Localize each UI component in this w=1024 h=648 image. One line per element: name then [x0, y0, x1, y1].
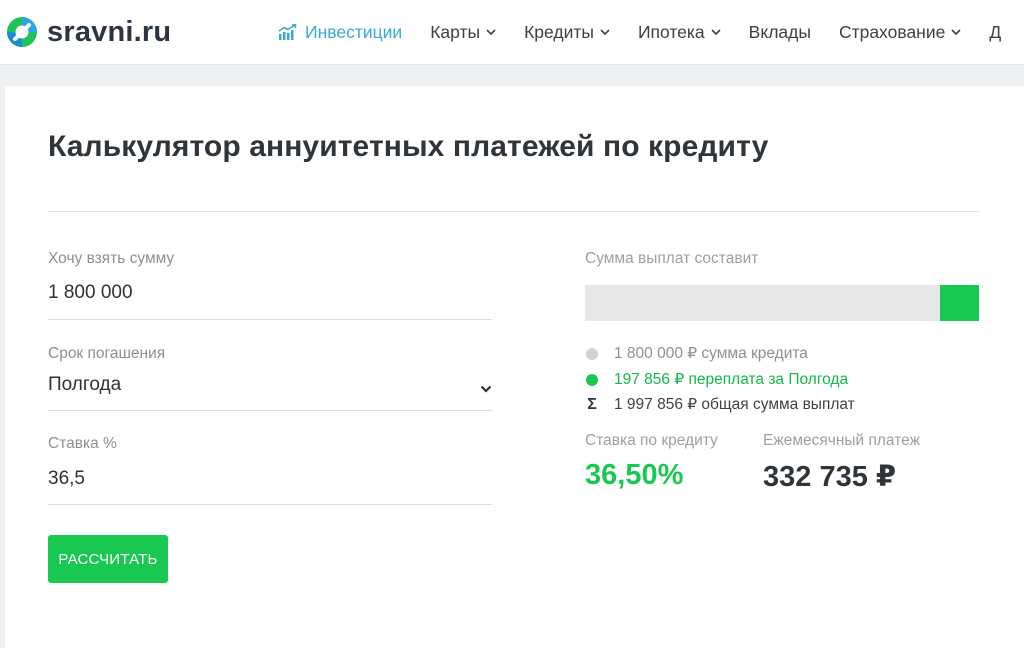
main-nav: Инвестиции Карты Кредиты Ипотека Вклады … [278, 0, 1024, 64]
overpayment-bar-fill [940, 285, 979, 321]
total-payments-label: Сумма выплат составит [585, 250, 759, 267]
site-header: sravni.ru Инвестиции Карты Кредиты Ипоте… [0, 0, 1024, 65]
chevron-down-icon [951, 28, 961, 35]
nav-item-deposits[interactable]: Вклады [749, 22, 811, 43]
legend-total-text: 1 997 856 ₽ общая сумма выплат [614, 396, 855, 413]
nav-item-loans[interactable]: Кредиты [524, 22, 610, 43]
calculate-button[interactable]: РАССЧИТАТЬ [48, 535, 168, 583]
nav-item-cards[interactable]: Карты [430, 22, 496, 43]
loan-amount-label: Хочу взять сумму [48, 250, 175, 267]
nav-label: Страхование [838, 21, 946, 42]
loan-rate-value: 36,50% [585, 459, 684, 491]
calculator-card: Калькулятор аннуитетных платежей по кред… [5, 86, 1024, 648]
nav-item-insurance[interactable]: Страхование [839, 22, 961, 43]
nav-label: Вклады [748, 21, 811, 42]
loan-term-field[interactable]: Срок погашения Полгода [48, 345, 492, 411]
legend-dot-gray [586, 347, 598, 360]
payment-breakdown-bar [585, 285, 979, 321]
nav-item-investments[interactable]: Инвестиции [278, 22, 402, 43]
loan-amount-input[interactable] [48, 282, 492, 304]
loan-term-select[interactable]: Полгода [48, 374, 492, 396]
legend-overpayment-text: 197 856 ₽ переплата за Полгода [614, 371, 849, 388]
title-divider [48, 211, 979, 212]
loan-rate-label: Ставка по кредиту [585, 432, 718, 449]
nav-label: Карты [430, 21, 481, 42]
interest-rate-input[interactable] [48, 468, 492, 490]
page-title: Калькулятор аннуитетных платежей по кред… [48, 130, 769, 163]
legend-total: Σ 1 997 856 ₽ общая сумма выплат [585, 395, 855, 414]
nav-label: Ипотека [637, 21, 705, 42]
loan-amount-field: Хочу взять сумму [48, 250, 492, 320]
interest-rate-label: Ставка % [48, 435, 117, 452]
nav-label: Д [989, 21, 1002, 42]
legend-principal: 1 800 000 ₽ сумма кредита [585, 344, 808, 363]
sigma-icon: Σ [587, 395, 597, 413]
nav-label: Инвестиции [305, 21, 403, 42]
chart-growth-icon [278, 24, 297, 40]
chevron-down-icon [486, 28, 496, 35]
brand-name: sravni.ru [47, 16, 172, 48]
sravni-logo-icon [7, 17, 37, 47]
chevron-down-icon[interactable] [480, 385, 492, 393]
loan-term-label: Срок погашения [48, 345, 166, 362]
monthly-payment-value: 332 735 ₽ [763, 461, 897, 493]
nav-item-more[interactable]: Д [989, 22, 1001, 43]
legend-dot-green [586, 373, 598, 386]
legend-principal-text: 1 800 000 ₽ сумма кредита [614, 345, 808, 362]
chevron-down-icon [711, 28, 721, 35]
sravni-logo[interactable]: sravni.ru [6, 14, 171, 50]
legend-overpayment: 197 856 ₽ переплата за Полгода [585, 370, 848, 389]
chevron-down-icon [600, 28, 610, 35]
nav-label: Кредиты [524, 21, 594, 42]
nav-item-mortgage[interactable]: Ипотека [638, 22, 721, 43]
interest-rate-field: Ставка % [48, 435, 492, 505]
monthly-payment-label: Ежемесячный платеж [763, 432, 920, 449]
